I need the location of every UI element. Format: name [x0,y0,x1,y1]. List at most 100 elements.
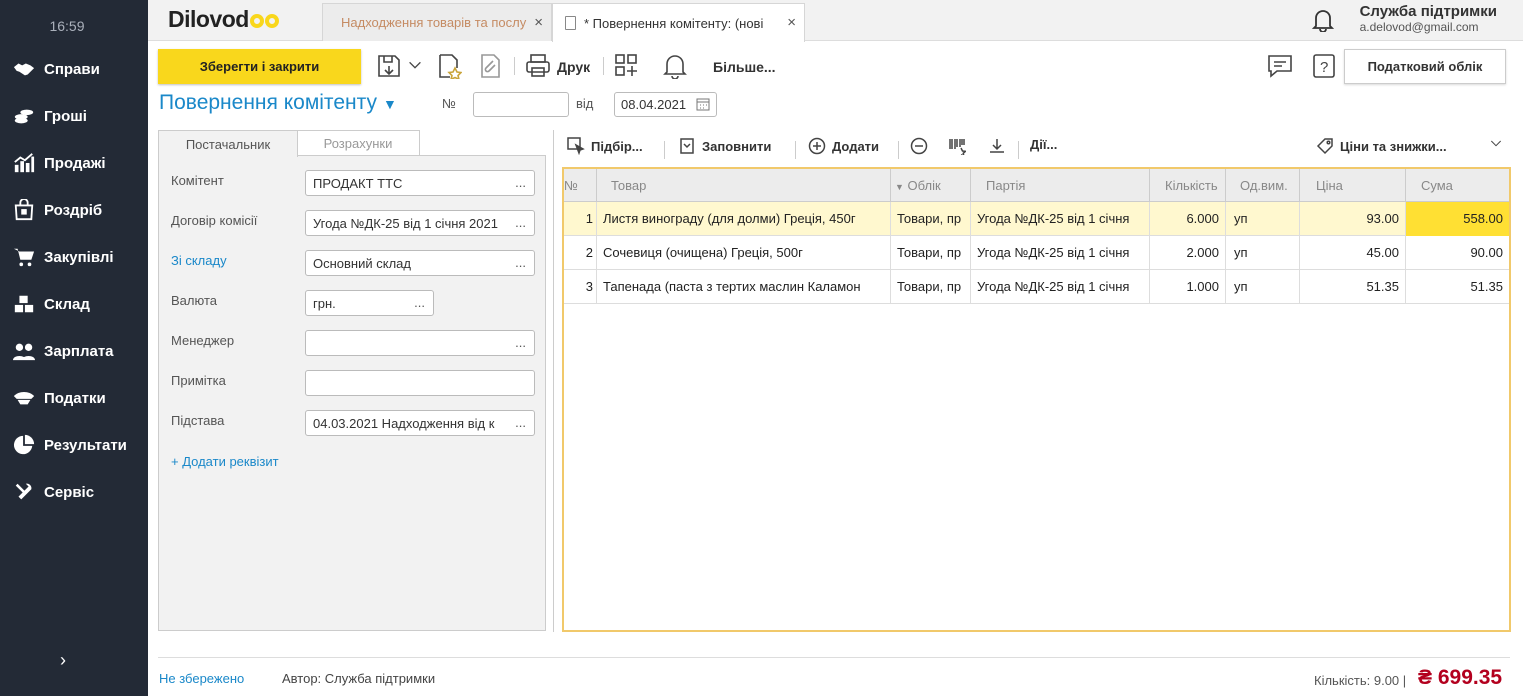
tax-accounting-button[interactable]: Податковий облік [1344,49,1506,84]
warehouse-field[interactable]: Основний склад... [305,250,535,276]
select-dots-button[interactable]: ... [414,295,425,310]
pick-button[interactable]: Підбір... [567,137,643,155]
print-icon[interactable] [525,53,551,82]
calendar-icon[interactable] [696,97,710,114]
column-header-sum[interactable]: Сума [1406,169,1509,202]
column-header-unit[interactable]: Од.вим. [1226,169,1300,202]
cell-product[interactable]: Листя винограду (для долми) Греція, 450г [597,202,891,236]
reminder-bell-icon[interactable] [662,53,688,82]
cell-sum[interactable]: 558.00 [1406,202,1509,236]
sidebar-item-money[interactable]: Гроші [0,101,148,131]
prices-discounts-button[interactable]: Ціни та знижки... [1316,137,1447,155]
cell-quantity[interactable]: 2.000 [1150,236,1226,270]
sidebar-item-salary[interactable]: Зарплата [0,336,148,366]
pick-label: Підбір... [591,138,643,154]
sidebar-item-affairs[interactable]: Справи [0,54,148,84]
goods-table[interactable]: № Товар ▼ Облік Партія Кількість Од.вим.… [562,167,1511,632]
cell-unit[interactable]: уп [1226,202,1300,236]
tab-settlements[interactable]: Розрахунки [296,130,420,156]
manager-field[interactable]: ... [305,330,535,356]
help-icon[interactable]: ? [1311,53,1337,82]
comment-icon[interactable] [1267,53,1293,82]
cell-sum[interactable]: 51.35 [1406,270,1509,304]
barcode-button[interactable] [948,137,966,155]
column-header-number[interactable]: № [564,169,597,202]
table-row[interactable]: 1 Листя винограду (для долми) Греція, 45… [564,202,1509,236]
sidebar-item-retail[interactable]: Роздріб [0,195,148,225]
sidebar-item-warehouse[interactable]: Склад [0,289,148,319]
save-icon[interactable] [376,53,402,82]
cell-product[interactable]: Сочевиця (очищена) Греція, 500г [597,236,891,270]
cell-unit[interactable]: уп [1226,270,1300,304]
note-input[interactable] [305,370,535,396]
column-header-product[interactable]: Товар [597,169,891,202]
document-title[interactable]: Повернення комітенту ▼ [159,91,397,115]
save-and-close-button[interactable]: Зберегти і закрити [158,49,361,84]
select-dots-button[interactable]: ... [511,215,526,230]
notifications-bell-icon[interactable] [1311,8,1335,35]
fill-button[interactable]: Заповнити [678,137,771,155]
cell-account[interactable]: Товари, пр [891,202,971,236]
attachment-document-icon[interactable] [478,53,504,82]
tab-return[interactable]: * Повернення комітенту: (нові × [552,3,805,42]
add-widget-icon[interactable] [614,53,640,82]
cell-product[interactable]: Тапенада (паста з тертих маслин Каламон [597,270,891,304]
chevron-down-icon[interactable] [1490,137,1502,149]
sidebar-item-results[interactable]: Результати [0,430,148,460]
cell-price[interactable]: 51.35 [1300,270,1406,304]
download-button[interactable] [988,137,1006,155]
people-icon [0,340,44,362]
cell-account[interactable]: Товари, пр [891,236,971,270]
save-status-link[interactable]: Не збережено [159,671,244,686]
close-icon[interactable]: × [534,14,543,31]
cell-batch[interactable]: Угода №ДК-25 від 1 січня [971,236,1150,270]
user-profile[interactable]: Служба підтримки a.delovod@gmail.com [1360,3,1497,34]
commission-contract-field[interactable]: Угода №ДК-25 від 1 січня 2021... [305,210,535,236]
column-header-batch[interactable]: Партія [971,169,1150,202]
select-dots-button[interactable]: ... [511,415,526,430]
date-input[interactable]: 08.04.2021 [614,92,717,117]
tab-supplier[interactable]: Постачальник [158,130,298,157]
logo[interactable]: Dilovod [168,6,279,33]
chevron-down-icon[interactable] [408,58,422,75]
sidebar-item-purchases[interactable]: Закупівлі [0,242,148,272]
cell-quantity[interactable]: 6.000 [1150,202,1226,236]
column-header-price[interactable]: Ціна [1300,169,1406,202]
currency-field[interactable]: грн.... [305,290,434,316]
consignor-field[interactable]: ПРОДАКТ ТТС... [305,170,535,196]
from-warehouse-link[interactable]: Зі складу [171,253,227,268]
cell-price[interactable]: 93.00 [1300,202,1406,236]
fill-label: Заповнити [702,138,772,154]
cell-quantity[interactable]: 1.000 [1150,270,1226,304]
sidebar-item-service[interactable]: Сервіс [0,477,148,507]
cell-account[interactable]: Товари, пр [891,270,971,304]
add-row-button[interactable]: Додати [808,137,879,155]
more-button[interactable]: Більше... [713,59,776,75]
tab-receipt[interactable]: Надходження товарів та послу × [322,3,552,41]
cell-batch[interactable]: Угода №ДК-25 від 1 січня [971,270,1150,304]
sidebar-item-sales[interactable]: Продажі [0,148,148,178]
favorite-document-icon[interactable] [436,53,463,82]
panel-splitter[interactable] [553,130,554,632]
actions-button[interactable]: Дії... [1030,137,1057,152]
cell-batch[interactable]: Угода №ДК-25 від 1 січня [971,202,1150,236]
remove-row-button[interactable] [910,137,928,155]
basis-field[interactable]: 04.03.2021 Надходження від к... [305,410,535,436]
close-icon[interactable]: × [787,14,796,31]
select-dots-button[interactable]: ... [515,175,526,190]
cell-unit[interactable]: уп [1226,236,1300,270]
number-input[interactable] [473,92,569,117]
sidebar-collapse-chevron-icon[interactable]: › [60,650,66,671]
sidebar-item-taxes[interactable]: Податки [0,383,148,413]
column-header-quantity[interactable]: Кількість [1150,169,1226,202]
cell-price[interactable]: 45.00 [1300,236,1406,270]
select-dots-button[interactable]: ... [515,335,526,350]
cell-sum[interactable]: 90.00 [1406,236,1509,270]
print-button[interactable]: Друк [557,59,590,75]
table-row[interactable]: 3 Тапенада (паста з тертих маслин Каламо… [564,270,1509,304]
table-row[interactable]: 2 Сочевиця (очищена) Греція, 500г Товари… [564,236,1509,270]
add-requisite-link[interactable]: + Додати реквізит [171,454,279,469]
cart-icon [0,246,44,268]
select-dots-button[interactable]: ... [515,255,526,270]
column-header-account[interactable]: ▼ Облік [891,169,971,202]
